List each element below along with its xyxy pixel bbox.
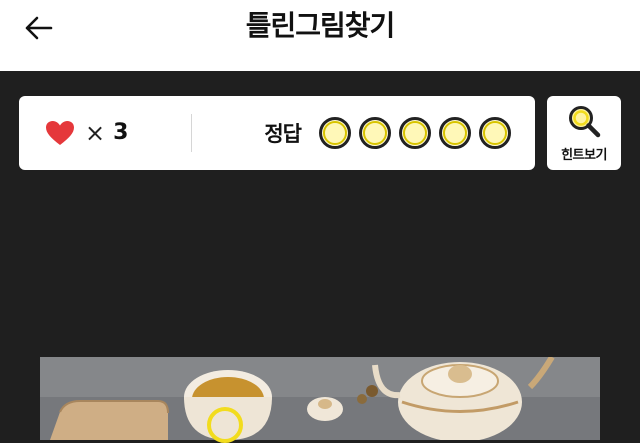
page-title: 틀린그림찾기 — [245, 9, 396, 42]
lives-counter: × 3 — [45, 118, 128, 148]
hint-label: 힌트보기 — [561, 148, 607, 163]
answer-slot — [399, 117, 431, 149]
status-panel: × 3 정답 — [19, 96, 535, 170]
answer-slot — [439, 117, 471, 149]
magnifier-icon — [569, 106, 601, 138]
lives-count: 3 — [113, 120, 129, 145]
answers-label: 정답 — [264, 122, 302, 146]
answer-tracker: 정답 — [264, 115, 511, 151]
hint-button[interactable]: 힌트보기 — [547, 96, 621, 170]
top-app-bar: 틀린그림찾기 — [0, 0, 640, 71]
lives-multiplier: × — [85, 119, 106, 147]
heart-icon — [46, 121, 74, 145]
answer-slot — [479, 117, 511, 149]
answer-slot — [319, 117, 351, 149]
divider — [191, 114, 192, 152]
tea-set-photo — [40, 357, 600, 440]
puzzle-image[interactable] — [40, 357, 600, 440]
answer-slot — [359, 117, 391, 149]
